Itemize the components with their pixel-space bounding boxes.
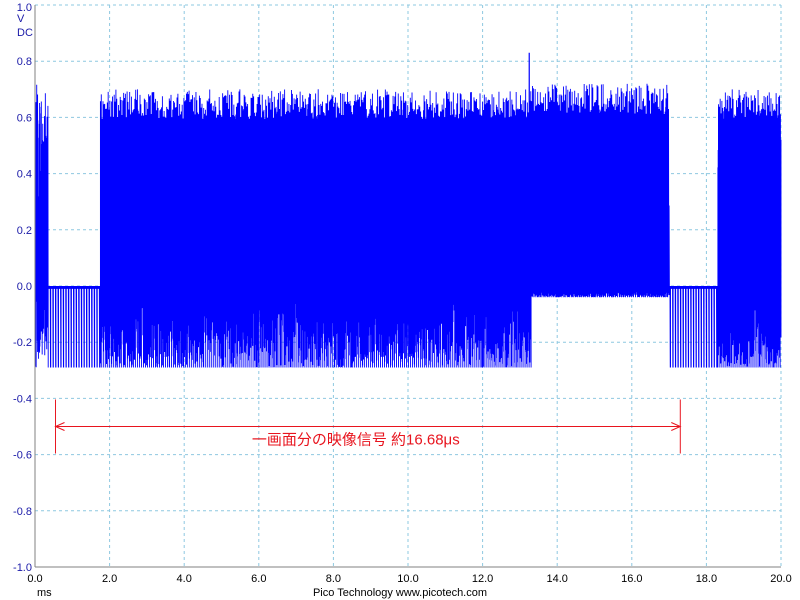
x-tick-label: 16.0	[621, 573, 642, 585]
y-tick-label: 0.4	[17, 169, 32, 181]
y-tick-label: 0.0	[17, 281, 32, 293]
y-tick-labels: 1.00.80.60.40.20.0-0.2-0.4-0.6-0.8-1.0	[13, 2, 32, 574]
x-tick-label: 14.0	[546, 573, 567, 585]
annotation-label: 一画面分の映像信号 約16.68μs	[252, 432, 460, 449]
x-tick-label: 20.0	[770, 573, 791, 585]
oscilloscope-chart: 1.00.80.60.40.20.0-0.2-0.4-0.6-0.8-1.0 0…	[13, 2, 792, 599]
y-tick-label: 0.6	[17, 112, 32, 124]
annotation-group: 一画面分の映像信号 約16.68μs	[54, 399, 682, 454]
y-tick-label: -0.4	[13, 393, 32, 405]
x-tick-label: 10.0	[397, 573, 418, 585]
x-tick-label: 2.0	[102, 573, 117, 585]
y-tick-label: 0.8	[17, 56, 32, 68]
trace-path	[34, 52, 782, 368]
x-tick-label: 0.0	[27, 573, 42, 585]
y-tick-label: 0.2	[17, 225, 32, 237]
y-tick-label: -0.8	[13, 506, 32, 518]
footer-credit: Pico Technology www.picotech.com	[313, 587, 487, 599]
y-axis-unit: V	[17, 13, 25, 25]
y-axis-coupling: DC	[17, 27, 33, 39]
x-tick-label: 8.0	[326, 573, 341, 585]
x-tick-label: 12.0	[472, 573, 493, 585]
y-tick-label: -0.6	[13, 450, 32, 462]
x-tick-label: 18.0	[696, 573, 717, 585]
x-tick-label: 4.0	[177, 573, 192, 585]
signal-trace	[34, 52, 782, 368]
x-tick-labels: 0.0 2.0 4.0 6.0 8.0 10.0 12.0 14.0 16.0 18.0 20.0	[27, 573, 791, 585]
x-tick-label: 6.0	[251, 573, 266, 585]
y-tick-label: -0.2	[13, 337, 32, 349]
x-axis-unit: ms	[37, 587, 52, 599]
